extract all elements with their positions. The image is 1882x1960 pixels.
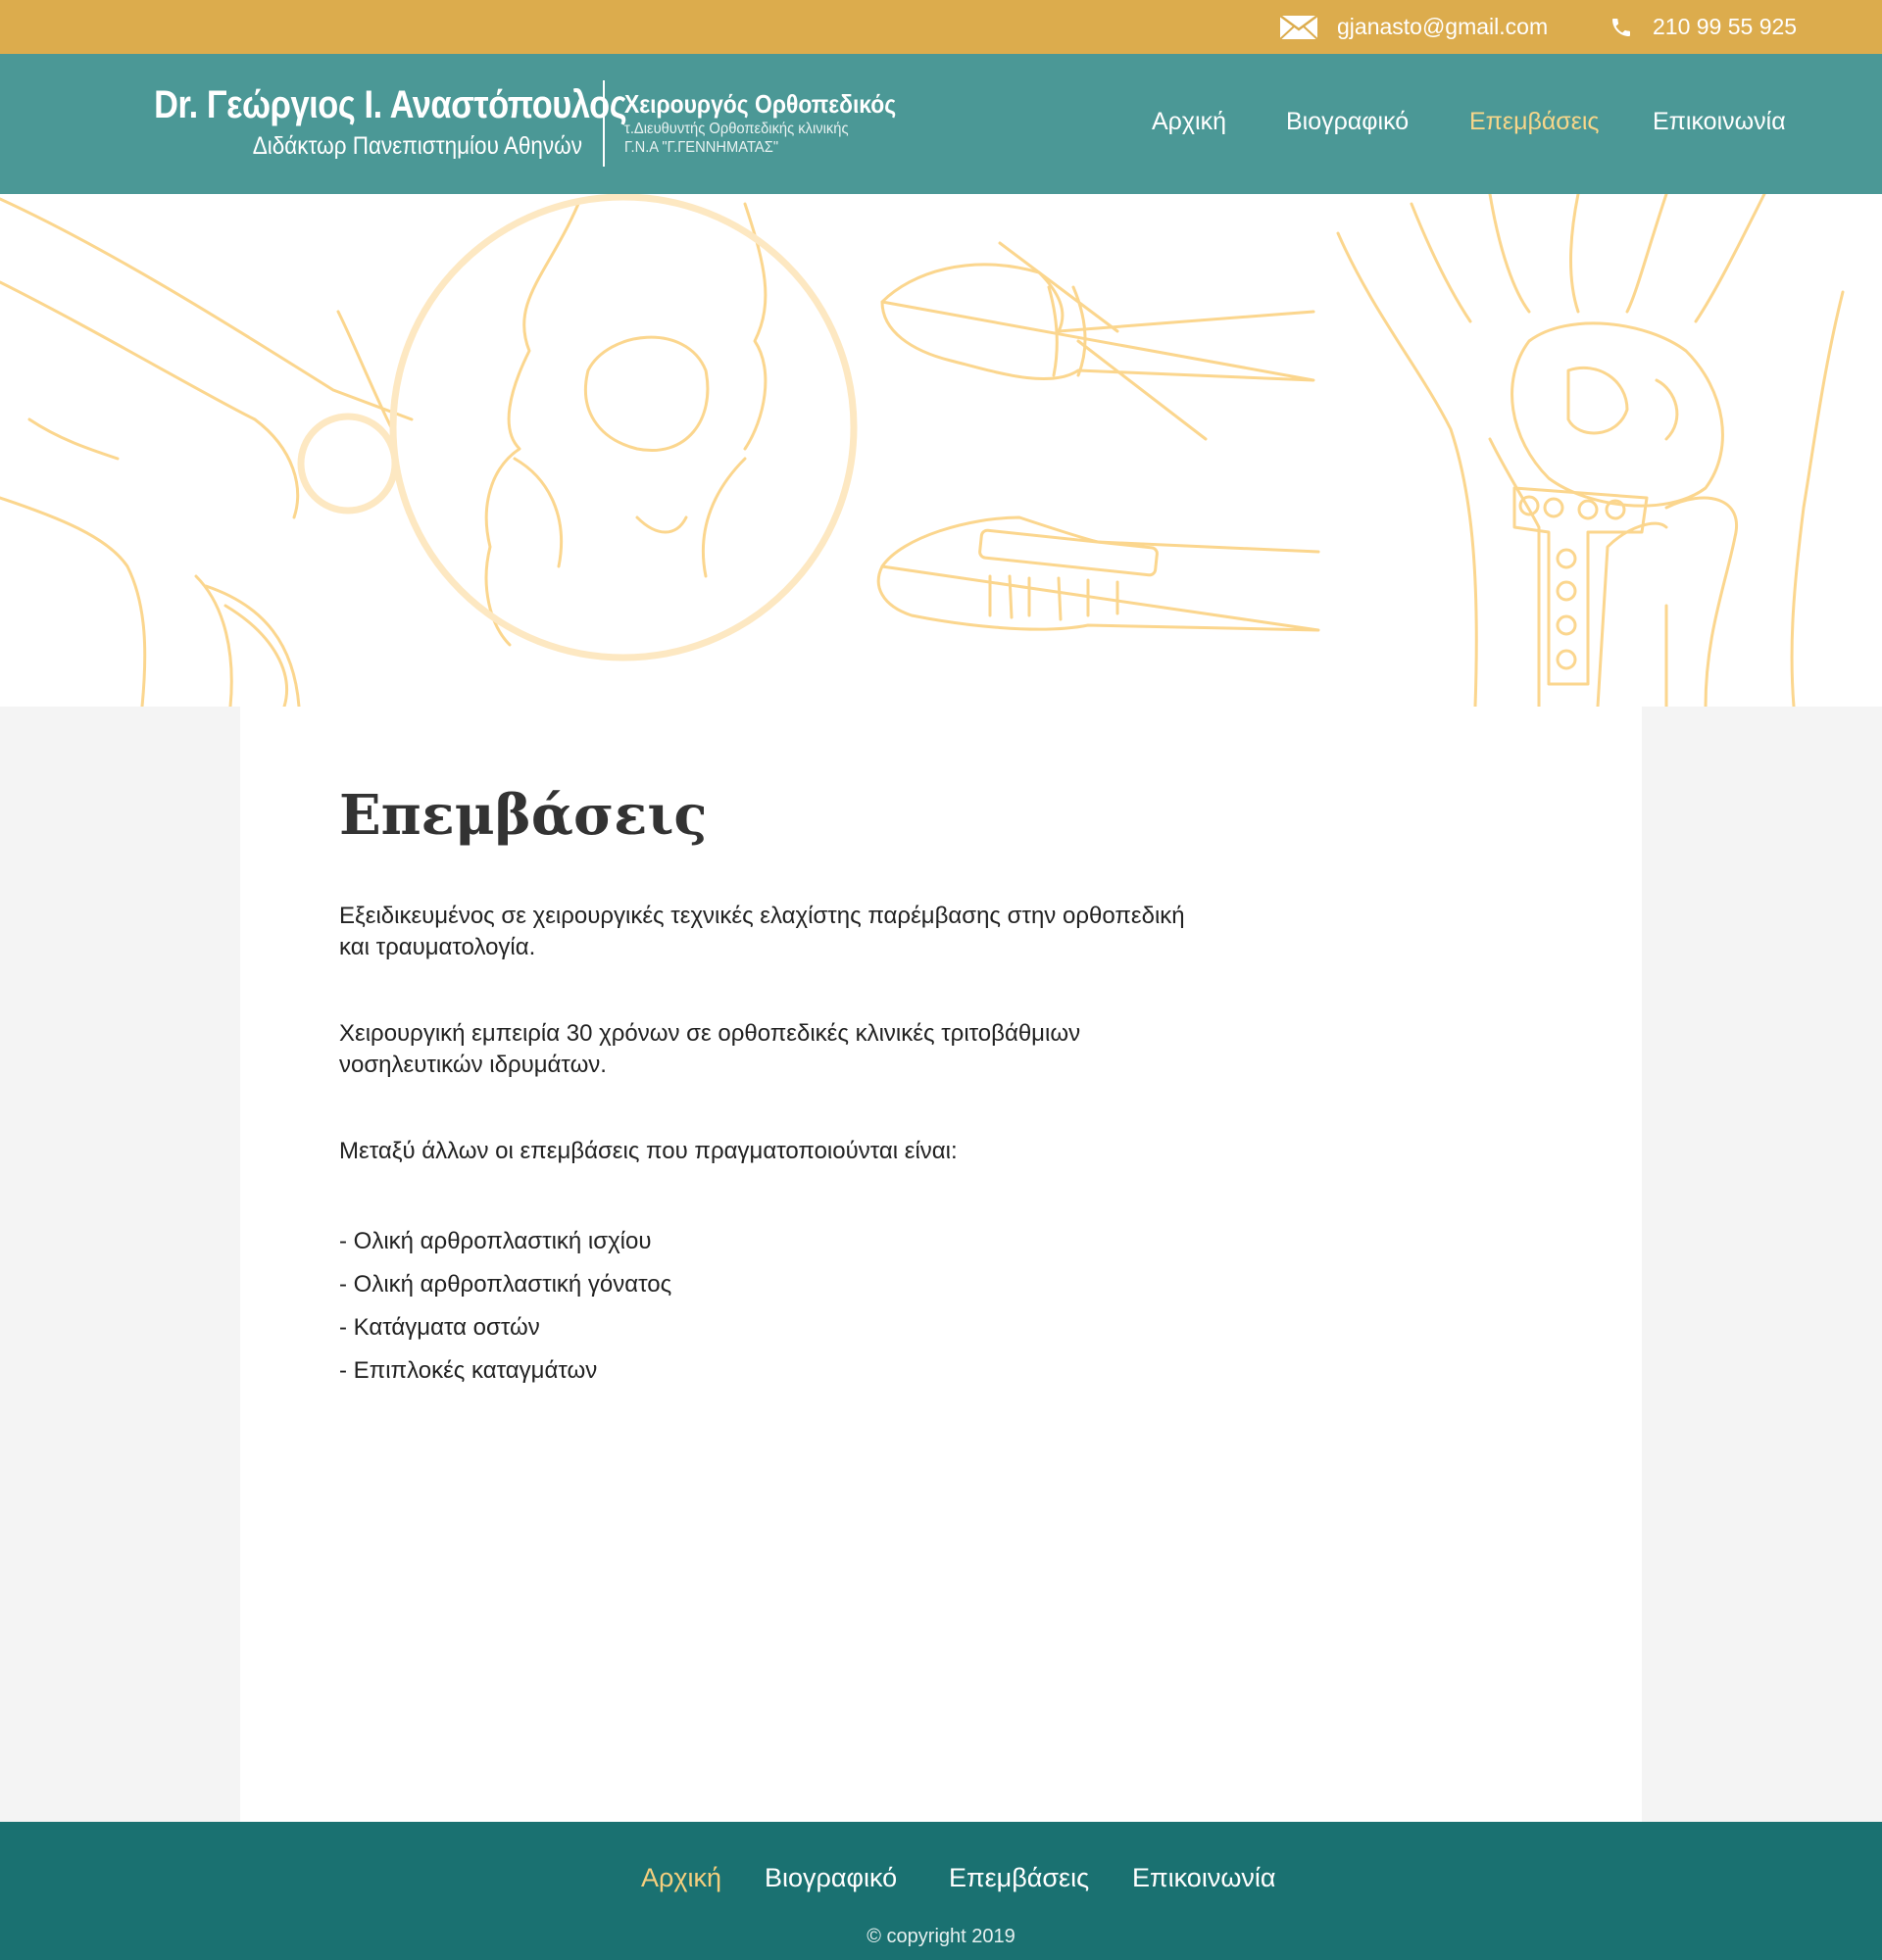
magnifier-circle — [389, 194, 858, 662]
brand-subtitle: Διδάκτωρ Πανεπιστημίου Αθηνών — [252, 132, 582, 160]
email-text[interactable]: gjanasto@gmail.com — [1337, 14, 1548, 40]
footer-nav-procedures[interactable]: Επεμβάσεις — [949, 1863, 1089, 1893]
top-contact-bar: gjanasto@gmail.com 210 99 55 925 — [0, 0, 1882, 54]
leg-outline — [0, 197, 414, 421]
site-footer: Αρχική Βιογραφικό Επεμβάσεις Επικοινωνία… — [0, 1822, 1882, 1960]
list-item: - Κατάγματα οστών — [339, 1314, 540, 1341]
brand-divider — [603, 80, 605, 167]
experience-paragraph: Χειρουργική εμπειρία 30 χρόνων σε ορθοπε… — [339, 1020, 1081, 1078]
list-item: - Επιπλοκές καταγμάτων — [339, 1357, 598, 1384]
list-item: - Ολική αρθροπλαστική ισχίου — [339, 1228, 652, 1254]
list-item: - Ολική αρθροπλαστική γόνατος — [339, 1271, 672, 1298]
footer-nav-biography[interactable]: Βιογραφικό — [765, 1863, 897, 1893]
specialty-title: Χειρουργός Ορθοπεδικός — [624, 89, 897, 119]
nav-procedures[interactable]: Επεμβάσεις — [1469, 108, 1599, 136]
nav-contact[interactable]: Επικοινωνία — [1653, 108, 1786, 136]
phone-contact[interactable]: 210 99 55 925 — [1610, 0, 1797, 54]
envelope-icon — [1280, 15, 1317, 39]
copyright-text: © copyright 2019 — [867, 1926, 1015, 1947]
phone-text[interactable]: 210 99 55 925 — [1653, 14, 1797, 40]
procedures-intro: Μεταξύ άλλων οι επεμβάσεις που πραγματοπ… — [339, 1138, 958, 1164]
wrist-outline — [1336, 231, 1478, 707]
hero-banner — [0, 194, 1882, 707]
orthopedic-illustration — [0, 194, 1845, 707]
main-content: Επεμβάσεις Εξειδικευμένος σε χειρουργικέ… — [240, 707, 1642, 1822]
specialty-line-2: Γ.Ν.Α "Γ.ΓΕΝΝΗΜΑΤΑΣ" — [624, 139, 779, 156]
bone-pin-top — [880, 263, 1315, 382]
footer-nav-contact[interactable]: Επικοινωνία — [1132, 1863, 1276, 1893]
footer-nav-home[interactable]: Αρχική — [641, 1863, 721, 1893]
site-header: Dr. Γεώργιος Ι. Αναστόπουλος Διδάκτωρ Πα… — [0, 54, 1882, 194]
intro-paragraph: Εξειδικευμένος σε χειρουργικές τεχνικές … — [339, 903, 1185, 960]
bone-plate-bottom — [876, 515, 1320, 632]
page-title: Επεμβάσεις — [339, 783, 708, 848]
email-contact[interactable]: gjanasto@gmail.com — [1280, 0, 1548, 54]
nav-home[interactable]: Αρχική — [1152, 108, 1226, 136]
phone-icon — [1612, 18, 1630, 36]
brand-name[interactable]: Dr. Γεώργιος Ι. Αναστόπουλος — [154, 83, 627, 127]
procedures-list: - Ολική αρθροπλαστική ισχίου - Ολική αρθ… — [339, 1220, 671, 1393]
nav-biography[interactable]: Βιογραφικό — [1286, 108, 1409, 136]
specialty-line-1: τ.Διευθυντής Ορθοπεδικής κλινικής — [624, 121, 849, 137]
knee-bone — [484, 202, 580, 647]
